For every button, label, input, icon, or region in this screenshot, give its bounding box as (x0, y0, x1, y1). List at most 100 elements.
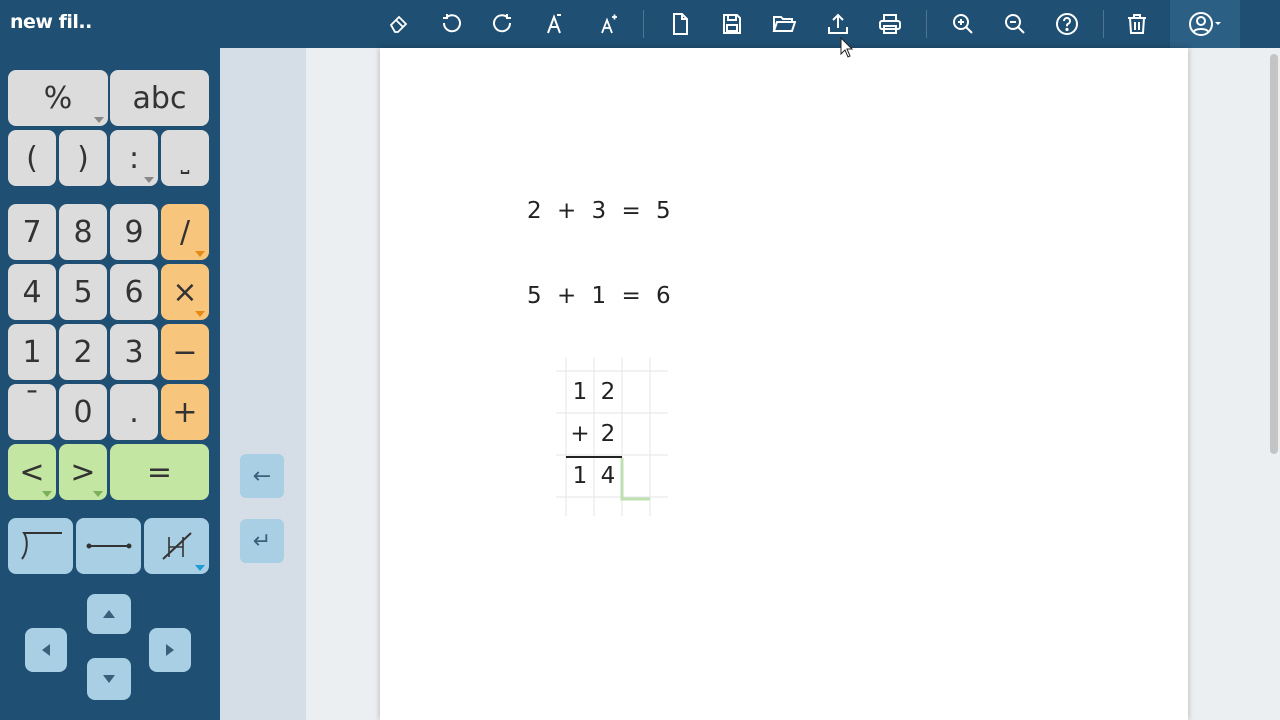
trash-icon[interactable] (1119, 6, 1155, 42)
negative-key-label: ¯ (24, 385, 40, 421)
digit-5-key[interactable]: 5 (59, 264, 107, 320)
equals-key-label: = (146, 454, 173, 490)
plus-key[interactable]: + (161, 384, 209, 440)
digit-7-key[interactable]: 7 (8, 204, 56, 260)
arrow-right-key[interactable] (149, 628, 191, 672)
enter-return-icon: ↵ (252, 528, 272, 554)
equals-key[interactable]: = (110, 444, 209, 500)
grid-cell[interactable]: 2 (594, 413, 622, 455)
equation-line-1[interactable]: 2 + 3 = 5 (527, 198, 672, 224)
grid-cell[interactable]: 1 (566, 371, 594, 413)
digit-0-key-label: 0 (73, 394, 93, 430)
minus-key-label: − (172, 334, 198, 370)
arrow-up-key[interactable] (87, 594, 131, 634)
digit-6-key-label: 6 (124, 274, 144, 310)
line-segment-key[interactable] (76, 518, 141, 574)
less-than-key-label: < (19, 454, 45, 490)
redo-icon[interactable] (485, 6, 521, 42)
arrow-left-icon (42, 644, 50, 656)
percent-key[interactable]: % (8, 70, 108, 126)
greater-than-key-label: > (70, 454, 96, 490)
multiply-key-label: × (172, 274, 198, 310)
colon-key-label: : (128, 140, 140, 176)
backspace-arrow-icon: ← (252, 463, 272, 489)
arrow-down-icon (103, 675, 115, 683)
digit-1-key[interactable]: 1 (8, 324, 56, 380)
decimal-key-label: . (129, 394, 139, 430)
digit-9-key[interactable]: 9 (110, 204, 158, 260)
arrow-left-key[interactable] (25, 628, 67, 672)
left-paren-key-label: ( (26, 140, 38, 176)
abc-key-label: abc (132, 80, 187, 116)
arrow-right-icon (166, 644, 174, 656)
vertical-scrollbar[interactable] (1266, 48, 1280, 720)
colon-key[interactable]: : (110, 130, 158, 186)
toolbar-divider (926, 10, 927, 38)
abc-key[interactable]: abc (110, 70, 209, 126)
divide-key-label: / (179, 214, 191, 250)
workspace: 2 + 3 = 5 5 + 1 = 6 1 2 + 2 1 4 (306, 48, 1280, 720)
grid-cell[interactable]: 1 (566, 455, 594, 497)
digit-9-key-label: 9 (124, 214, 144, 250)
line-segment-icon (86, 543, 131, 549)
eraser-icon[interactable] (381, 6, 417, 42)
digit-0-key[interactable]: 0 (59, 384, 107, 440)
equation-line-2[interactable]: 5 + 1 = 6 (527, 283, 672, 309)
font-decrease-icon[interactable] (537, 6, 573, 42)
decimal-key[interactable]: . (110, 384, 158, 440)
right-paren-key[interactable]: ) (59, 130, 107, 186)
arrow-up-icon (103, 610, 115, 618)
digit-4-key-label: 4 (22, 274, 42, 310)
digit-7-key-label: 7 (22, 214, 42, 250)
digit-2-key-label: 2 (73, 334, 93, 370)
backspace-button[interactable]: ← (240, 454, 284, 498)
enter-button[interactable]: ↵ (240, 519, 284, 563)
space-key[interactable]: ⎵ (161, 130, 209, 186)
top-toolbar: new fil.. (0, 0, 1280, 48)
font-increase-icon[interactable] (590, 6, 626, 42)
space-key-label: ⎵ (180, 149, 190, 175)
greater-than-key[interactable]: > (59, 444, 107, 500)
digit-3-key[interactable]: 3 (110, 324, 158, 380)
user-account-menu[interactable] (1170, 0, 1240, 48)
print-icon[interactable] (872, 6, 908, 42)
grid-cell[interactable]: + (566, 413, 594, 455)
digit-8-key-label: 8 (73, 214, 93, 250)
left-paren-key[interactable]: ( (8, 130, 56, 186)
new-file-icon[interactable] (662, 6, 698, 42)
zoom-in-icon[interactable] (945, 6, 981, 42)
strikethrough-icon (161, 532, 192, 560)
digit-2-key[interactable]: 2 (59, 324, 107, 380)
digit-1-key-label: 1 (22, 334, 42, 370)
help-icon[interactable] (1049, 6, 1085, 42)
percent-key-label: % (43, 80, 73, 116)
grid-cell[interactable]: 2 (594, 371, 622, 413)
long-division-icon (20, 532, 62, 560)
arrow-down-key[interactable] (87, 658, 131, 700)
undo-icon[interactable] (433, 6, 469, 42)
divide-key[interactable]: / (161, 204, 209, 260)
right-paren-key-label: ) (77, 140, 89, 176)
toolbar-divider (1103, 10, 1104, 38)
long-division-key[interactable] (8, 518, 73, 574)
worksheet-page[interactable]: 2 + 3 = 5 5 + 1 = 6 1 2 + 2 1 4 (380, 48, 1188, 720)
save-icon[interactable] (714, 6, 750, 42)
plus-key-label: + (172, 394, 198, 430)
multiply-key[interactable]: × (161, 264, 209, 320)
user-account-icon (1189, 12, 1221, 36)
digit-5-key-label: 5 (73, 274, 93, 310)
scrollbar-thumb[interactable] (1270, 54, 1278, 454)
grid-cell[interactable]: 4 (594, 455, 622, 497)
zoom-out-icon[interactable] (997, 6, 1033, 42)
digit-6-key[interactable]: 6 (110, 264, 158, 320)
digit-8-key[interactable]: 8 (59, 204, 107, 260)
digit-4-key[interactable]: 4 (8, 264, 56, 320)
open-folder-icon[interactable] (766, 6, 802, 42)
active-cell-cursor (620, 458, 650, 501)
mouse-pointer-icon (840, 37, 854, 58)
less-than-key[interactable]: < (8, 444, 56, 500)
document-title[interactable]: new fil.. (10, 11, 92, 33)
negative-key[interactable]: ¯ (8, 384, 56, 440)
strikethrough-key[interactable] (144, 518, 209, 574)
minus-key[interactable]: − (161, 324, 209, 380)
